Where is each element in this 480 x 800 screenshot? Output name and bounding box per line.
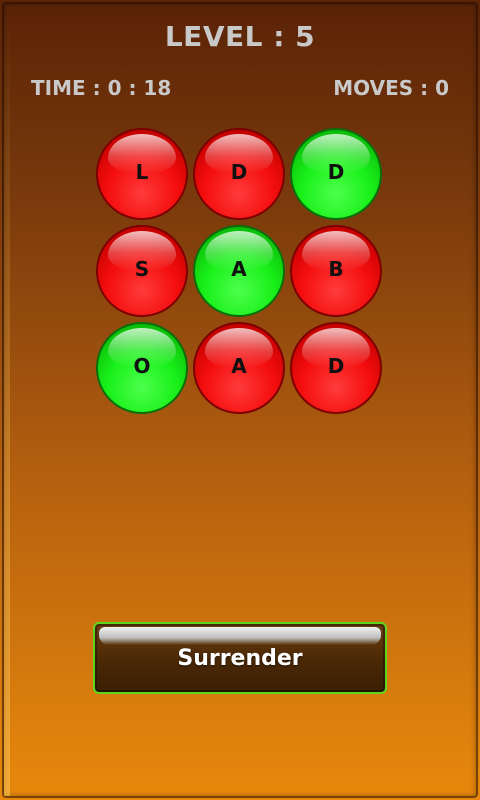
- ball-letter: D: [327, 160, 345, 184]
- letter-grid: L D D S A B O A D: [96, 128, 386, 414]
- ball-letter: D: [230, 160, 248, 184]
- level-title: LEVEL : 5: [164, 20, 316, 53]
- ball-letter: S: [134, 257, 150, 281]
- moves-counter: MOVES : 0: [333, 76, 449, 100]
- letter-ball[interactable]: D: [290, 322, 382, 414]
- ball-letter: L: [135, 160, 149, 184]
- letter-ball[interactable]: B: [290, 225, 382, 317]
- ball-letter: A: [231, 354, 247, 378]
- letter-ball[interactable]: L: [96, 128, 188, 220]
- ball-letter: D: [327, 354, 345, 378]
- surrender-button[interactable]: Surrender: [93, 622, 387, 694]
- ball-letter: B: [328, 257, 344, 281]
- ball-letter: A: [231, 257, 247, 281]
- ball-letter: O: [133, 354, 151, 378]
- letter-ball[interactable]: D: [290, 128, 382, 220]
- letter-ball[interactable]: A: [193, 225, 285, 317]
- letter-ball[interactable]: S: [96, 225, 188, 317]
- letter-ball[interactable]: A: [193, 322, 285, 414]
- game-screen: LEVEL : 5 TIME : 0 : 18 MOVES : 0 L D D …: [0, 0, 480, 800]
- button-shine: [99, 627, 381, 645]
- surrender-label: Surrender: [177, 646, 303, 671]
- letter-ball[interactable]: D: [193, 128, 285, 220]
- time-counter: TIME : 0 : 18: [31, 76, 172, 100]
- letter-ball[interactable]: O: [96, 322, 188, 414]
- frame-highlight: [4, 4, 10, 796]
